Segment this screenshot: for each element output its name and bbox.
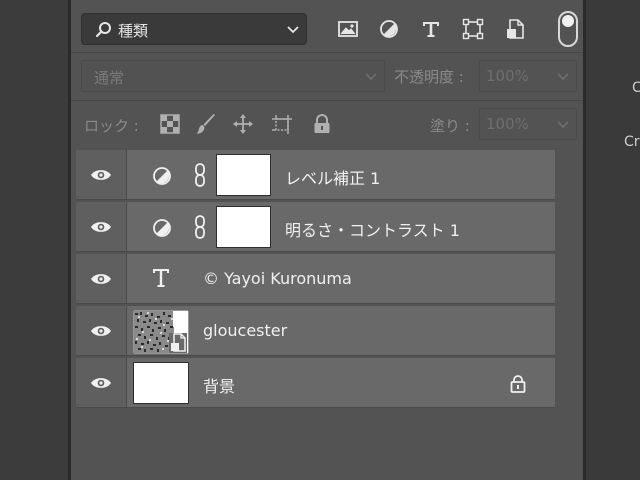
opacity-field[interactable]: 100% <box>479 60 577 92</box>
opacity-label: 不透明度 : <box>394 68 464 86</box>
adjustment-layer-icon <box>153 167 171 185</box>
layer-mask-thumbnail[interactable] <box>216 154 271 196</box>
layer-row[interactable]: レベル補正 1 <box>76 150 555 200</box>
right-panel-label-2: Cr <box>624 134 640 150</box>
chevron-down-icon <box>287 26 299 34</box>
filter-toggle[interactable] <box>558 11 578 47</box>
layer-name[interactable]: gloucester <box>203 321 287 340</box>
lock-icon <box>510 375 526 393</box>
filter-toggle-knob <box>562 15 574 27</box>
eye-icon[interactable] <box>90 271 112 287</box>
fill-value: 100% <box>486 115 529 133</box>
lock-image-pixels-icon[interactable] <box>195 113 217 135</box>
chevron-down-icon <box>557 121 569 129</box>
lock-label: ロック : <box>84 117 139 135</box>
adjustment-filter-icon[interactable] <box>378 18 400 40</box>
visibility-toggle[interactable] <box>76 150 127 199</box>
visibility-toggle[interactable] <box>76 254 127 303</box>
right-panel-label-1: C <box>632 80 640 96</box>
layer-name[interactable]: 背景 <box>203 373 235 397</box>
opacity-value: 100% <box>486 67 529 85</box>
chain-link-icon[interactable] <box>193 162 207 188</box>
layer-row[interactable]: gloucester <box>76 306 555 356</box>
eye-icon[interactable] <box>90 219 112 235</box>
lock-transparent-pixels-icon[interactable] <box>159 113 181 135</box>
fill-label: 塗り : <box>430 117 470 135</box>
fill-field[interactable]: 100% <box>479 108 577 140</box>
eye-icon[interactable] <box>90 375 112 391</box>
divider <box>71 52 583 53</box>
lock-all-icon[interactable] <box>311 113 333 135</box>
blend-mode-select[interactable]: 通常 <box>81 60 385 92</box>
layer-name[interactable]: © Yayoi Kuronuma <box>203 269 352 288</box>
smart-object-icon <box>169 333 187 353</box>
text-filter-icon[interactable] <box>420 18 442 40</box>
layer-name[interactable]: 明るさ・コントラスト 1 <box>285 217 460 241</box>
layer-name[interactable]: レベル補正 1 <box>285 165 380 189</box>
shape-filter-icon[interactable] <box>462 18 484 40</box>
visibility-toggle[interactable] <box>76 306 127 355</box>
divider <box>71 100 583 101</box>
lock-artboard-icon[interactable] <box>271 113 293 135</box>
chain-link-icon[interactable] <box>193 214 207 240</box>
search-icon <box>95 22 111 38</box>
chevron-down-icon <box>365 73 377 81</box>
layer-mask-thumbnail[interactable] <box>216 206 271 248</box>
visibility-toggle[interactable] <box>76 202 127 251</box>
eye-icon[interactable] <box>90 167 112 183</box>
layer-row[interactable]: 明るさ・コントラスト 1 <box>76 202 555 252</box>
blend-mode-value: 通常 <box>94 69 125 87</box>
lock-position-icon[interactable] <box>232 113 254 135</box>
layer-thumbnail[interactable] <box>133 362 189 404</box>
chevron-down-icon <box>557 73 569 81</box>
filter-kind-label: 種類 <box>118 22 149 40</box>
eye-icon[interactable] <box>90 323 112 339</box>
smart-object-filter-icon[interactable] <box>504 18 526 40</box>
layer-row[interactable]: 背景 <box>76 358 555 408</box>
left-panel-edge <box>0 0 68 480</box>
adjustment-layer-icon <box>153 219 171 237</box>
visibility-toggle[interactable] <box>76 358 127 407</box>
right-panel: C Cr <box>586 0 640 480</box>
image-filter-icon[interactable] <box>337 18 359 40</box>
filter-kind-select[interactable]: 種類 <box>81 13 307 45</box>
text-layer-icon <box>153 269 169 287</box>
layer-row[interactable]: © Yayoi Kuronuma <box>76 254 555 304</box>
